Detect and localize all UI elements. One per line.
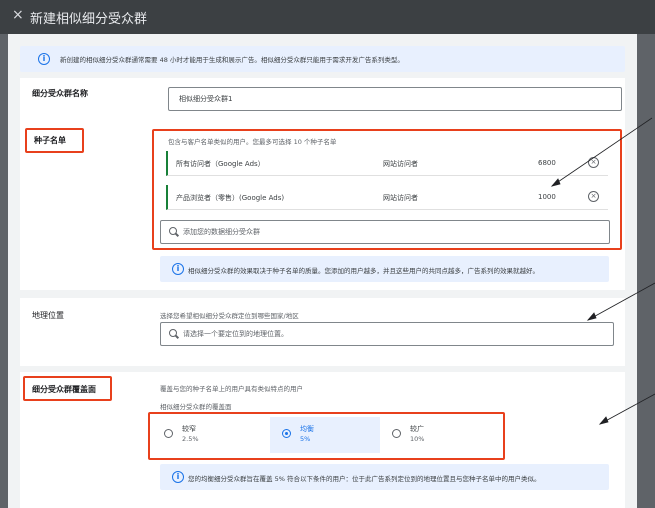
location-section-description: 选择您希望相似细分受众群定位到哪些国家/地区 (160, 312, 299, 320)
dialog-header: × 新建相似细分受众群 (0, 0, 655, 34)
dialog-body: i 新创建的相似细分受众群通常需要 48 小时才能用于生成和展示广告。相似细分受… (8, 34, 637, 508)
coverage-note: i 您的均衡细分受众群旨在覆盖 5% 符合以下条件的用户：位于此广告系列定位到的… (160, 464, 609, 490)
segment-name-input[interactable]: 相似细分受众群1 (168, 87, 622, 111)
info-banner-text: 新创建的相似细分受众群通常需要 48 小时才能用于生成和展示广告。相似细分受众群… (60, 56, 404, 64)
seed-quality-note-text: 相似细分受众群的效果取决于种子名单的质量。您添加的用户越多，并且这些用户的共同点… (188, 267, 539, 275)
seed-quality-note: i 相似细分受众群的效果取决于种子名单的质量。您添加的用户越多，并且这些用户的共… (160, 256, 609, 282)
info-icon: i (38, 53, 50, 65)
seed-label-highlight (25, 128, 84, 153)
name-section-label: 细分受众群名称 (32, 89, 88, 98)
location-section: 地理位置 选择您希望相似细分受众群定位到哪些国家/地区 请选择一个要定位到的地理… (20, 298, 625, 366)
location-search-placeholder: 请选择一个要定位到的地理位置。 (183, 330, 288, 338)
coverage-sub-label: 相似细分受众群的覆盖面 (160, 403, 232, 411)
coverage-note-text: 您的均衡细分受众群旨在覆盖 5% 符合以下条件的用户：位于此广告系列定位到的地理… (188, 475, 541, 483)
location-section-label: 地理位置 (32, 311, 64, 320)
coverage-section-description: 覆盖与您的种子名单上的用户具有类似特点的用户 (160, 385, 303, 393)
name-section: 细分受众群名称 相似细分受众群1 (20, 78, 625, 122)
search-icon (169, 329, 177, 337)
seed-list-highlight (152, 129, 622, 250)
coverage-label-highlight (23, 376, 112, 401)
coverage-options-highlight (148, 412, 505, 460)
location-search-input[interactable]: 请选择一个要定位到的地理位置。 (160, 322, 614, 346)
dialog-title: 新建相似细分受众群 (30, 12, 148, 27)
info-icon: i (172, 263, 184, 275)
info-icon: i (172, 471, 184, 483)
segment-name-value: 相似细分受众群1 (179, 95, 233, 103)
info-banner: i 新创建的相似细分受众群通常需要 48 小时才能用于生成和展示广告。相似细分受… (20, 46, 625, 72)
close-icon[interactable]: × (12, 7, 24, 23)
